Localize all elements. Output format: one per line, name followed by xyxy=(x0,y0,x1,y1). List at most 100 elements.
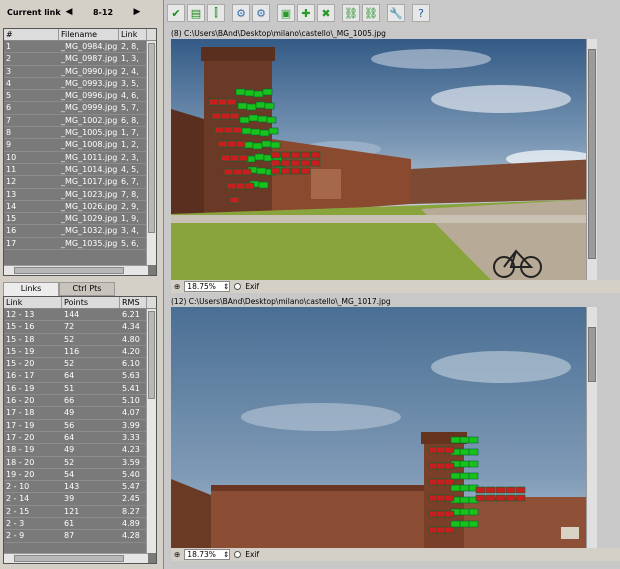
film-strip-icon[interactable]: ▤ xyxy=(187,4,205,22)
control-point-marker[interactable] xyxy=(459,460,470,468)
split-icon[interactable]: ⫿ xyxy=(207,4,225,22)
control-point-marker[interactable] xyxy=(229,112,240,120)
control-point-marker[interactable] xyxy=(232,168,243,176)
table-row[interactable]: 2 _MG_0987.jpg 1, 3, xyxy=(4,53,156,66)
table-row[interactable]: 6 _MG_0999.jpg 5, 7, xyxy=(4,102,156,115)
images-vscroll-thumb[interactable] xyxy=(148,43,155,233)
control-point-marker[interactable] xyxy=(223,168,234,176)
control-point-marker[interactable] xyxy=(270,159,281,167)
control-point-marker[interactable] xyxy=(505,494,516,502)
control-point-marker[interactable] xyxy=(229,154,240,162)
control-point-marker[interactable] xyxy=(310,159,321,167)
control-point-marker[interactable] xyxy=(450,520,461,528)
control-point-marker[interactable] xyxy=(217,140,228,148)
help-icon[interactable]: ? xyxy=(412,4,430,22)
control-point-marker[interactable] xyxy=(237,102,248,110)
table-row[interactable]: 4 _MG_0993.jpg 3, 5, xyxy=(4,78,156,91)
table-row[interactable]: 18 - 19 49 4.23 xyxy=(4,444,156,457)
wrench-icon[interactable]: 🔧 xyxy=(387,4,405,22)
control-point-marker[interactable] xyxy=(214,126,225,134)
control-point-marker[interactable] xyxy=(248,114,259,122)
table-row[interactable]: 16 - 17 64 5.63 xyxy=(4,370,156,383)
table-row[interactable]: 14 _MG_1026.jpg 2, 9, xyxy=(4,201,156,214)
control-point-marker[interactable] xyxy=(252,142,263,150)
control-point-marker[interactable] xyxy=(241,168,252,176)
control-point-marker[interactable] xyxy=(428,478,439,486)
control-point-marker[interactable] xyxy=(485,494,496,502)
link-green-icon[interactable]: ⛓ xyxy=(342,4,360,22)
table-row[interactable]: 1 _MG_0984.jpg 2, 8, xyxy=(4,41,156,54)
control-point-marker[interactable] xyxy=(459,472,470,480)
control-point-marker[interactable] xyxy=(266,116,277,124)
table-row[interactable]: 15 - 18 52 4.80 xyxy=(4,334,156,346)
bottom-image-vscroll-thumb[interactable] xyxy=(588,327,596,382)
control-point-marker[interactable] xyxy=(235,182,246,190)
control-point-marker[interactable] xyxy=(468,436,479,444)
control-point-marker[interactable] xyxy=(256,167,267,175)
control-point-marker[interactable] xyxy=(280,151,291,159)
next-link-button[interactable]: ▶ xyxy=(129,7,145,17)
tab-links[interactable]: Links xyxy=(3,282,59,296)
control-point-marker[interactable] xyxy=(300,159,311,167)
control-point-marker[interactable] xyxy=(450,484,461,492)
control-point-marker[interactable] xyxy=(220,112,231,120)
top-zoom-select[interactable]: 18.75% ⇕ xyxy=(184,281,231,292)
control-point-marker[interactable] xyxy=(220,154,231,162)
top-image-vscroll-thumb[interactable] xyxy=(588,49,596,259)
control-point-marker[interactable] xyxy=(428,526,439,534)
spin-arrows-icon[interactable]: ⇕ xyxy=(223,282,229,291)
control-point-marker[interactable] xyxy=(232,126,243,134)
bottom-image-vscroll[interactable] xyxy=(586,307,597,548)
control-point-marker[interactable] xyxy=(229,196,240,204)
table-row[interactable]: 13 _MG_1023.jpg 7, 8, xyxy=(4,189,156,201)
table-row[interactable]: 16 - 20 66 5.10 xyxy=(4,395,156,408)
gears-red-icon[interactable]: ⚙ xyxy=(252,4,270,22)
control-point-marker[interactable] xyxy=(259,129,270,137)
control-point-marker[interactable] xyxy=(468,508,479,516)
control-point-marker[interactable] xyxy=(436,478,447,486)
control-point-marker[interactable] xyxy=(428,510,439,518)
control-point-marker[interactable] xyxy=(243,141,254,149)
control-point-marker[interactable] xyxy=(261,140,272,148)
zoom-fit-icon[interactable]: ⊕ xyxy=(174,282,180,291)
control-point-marker[interactable] xyxy=(468,460,479,468)
table-row[interactable]: 16 _MG_1032.jpg 3, 4, xyxy=(4,225,156,238)
control-point-marker[interactable] xyxy=(280,167,291,175)
control-point-marker[interactable] xyxy=(485,486,496,494)
control-point-marker[interactable] xyxy=(246,103,257,111)
bottom-exif-radio[interactable] xyxy=(234,551,242,558)
control-point-marker[interactable] xyxy=(211,112,222,120)
control-point-marker[interactable] xyxy=(226,182,237,190)
control-point-marker[interactable] xyxy=(235,88,246,96)
control-point-marker[interactable] xyxy=(238,154,249,162)
control-point-marker[interactable] xyxy=(444,510,455,518)
table-row[interactable]: 17 _MG_1035.jpg 5, 6, xyxy=(4,238,156,251)
add-frame-icon[interactable]: ▣ xyxy=(277,4,295,22)
table-row[interactable]: 10 _MG_1011.jpg 2, 3, xyxy=(4,152,156,164)
table-row[interactable]: 18 - 20 52 3.59 xyxy=(4,457,156,469)
control-point-marker[interactable] xyxy=(428,462,439,470)
table-row[interactable]: 15 - 16 72 4.34 xyxy=(4,321,156,334)
prev-link-button[interactable]: ◀ xyxy=(61,7,77,17)
control-point-marker[interactable] xyxy=(444,494,455,502)
control-point-marker[interactable] xyxy=(255,101,266,109)
bottom-image-view[interactable] xyxy=(171,307,597,548)
zoom-fit-icon[interactable]: ⊕ xyxy=(174,550,180,559)
table-row[interactable]: 2 - 9 87 4.28 xyxy=(4,530,156,543)
control-point-marker[interactable] xyxy=(270,151,281,159)
control-point-marker[interactable] xyxy=(208,98,219,106)
control-point-marker[interactable] xyxy=(268,127,279,135)
control-point-marker[interactable] xyxy=(244,89,255,97)
table-row[interactable]: 2 - 10 143 5.47 xyxy=(4,481,156,494)
col-header-points[interactable]: Points xyxy=(62,297,120,308)
control-point-marker[interactable] xyxy=(444,462,455,470)
control-point-marker[interactable] xyxy=(468,448,479,456)
table-row[interactable]: 16 - 19 51 5.41 xyxy=(4,383,156,396)
control-point-marker[interactable] xyxy=(290,151,301,159)
table-row[interactable]: 12 - 13 144 6.21 xyxy=(4,309,156,322)
control-point-marker[interactable] xyxy=(300,167,311,175)
control-point-marker[interactable] xyxy=(459,448,470,456)
control-point-marker[interactable] xyxy=(444,478,455,486)
spin-arrows-icon[interactable]: ⇕ xyxy=(223,550,229,559)
control-point-marker[interactable] xyxy=(436,510,447,518)
